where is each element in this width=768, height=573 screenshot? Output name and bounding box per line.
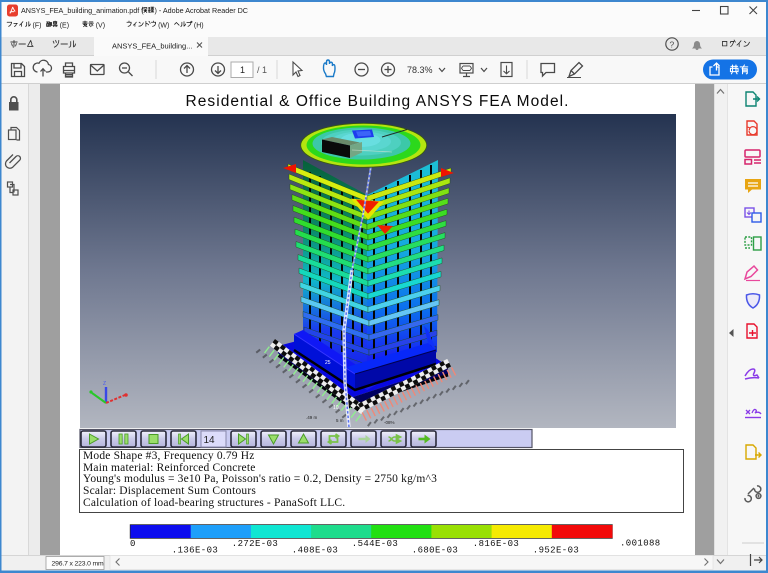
svg-text:14: 14 [204,435,216,446]
svg-text:.49 m: .49 m [306,415,318,420]
svg-text:) - Adobe Acrobat Reader DC: ) - Adobe Acrobat Reader DC [155,6,249,15]
svg-text:?: ? [670,40,675,50]
svg-text:ANSYS_FEA_building_animation.p: ANSYS_FEA_building_animation.pdf ( [21,6,144,15]
svg-text:/ 1: / 1 [257,65,267,75]
svg-text:-08%: -08% [384,420,395,425]
svg-text:.816E-03: .816E-03 [473,539,519,549]
svg-text:.544E-03: .544E-03 [352,539,398,549]
svg-text:.001088: .001088 [620,539,661,549]
svg-text:(H): (H) [194,23,204,30]
svg-text:ANSYS_FEA_building...: ANSYS_FEA_building... [112,42,192,51]
svg-text:(E): (E) [60,23,69,30]
svg-text:Z: Z [103,381,106,387]
svg-text:0: 0 [130,539,136,549]
svg-text:.272E-03: .272E-03 [232,539,278,549]
svg-text:(W): (W) [158,23,169,30]
svg-text:78.3%: 78.3% [407,65,433,75]
svg-text:25: 25 [325,360,331,366]
svg-text:10: 10 [333,405,339,411]
svg-text:5 m: 5 m [336,418,344,423]
svg-text:296.7 x 223.0 mm: 296.7 x 223.0 mm [52,561,104,568]
svg-text:.408E-03: .408E-03 [292,546,338,556]
svg-text:.952E-03: .952E-03 [533,546,579,556]
svg-text:.680E-03: .680E-03 [412,546,458,556]
svg-text:(V): (V) [96,23,105,30]
svg-text:.136E-03: .136E-03 [172,546,218,556]
svg-text:(F): (F) [33,23,42,30]
svg-text:1: 1 [240,65,245,75]
